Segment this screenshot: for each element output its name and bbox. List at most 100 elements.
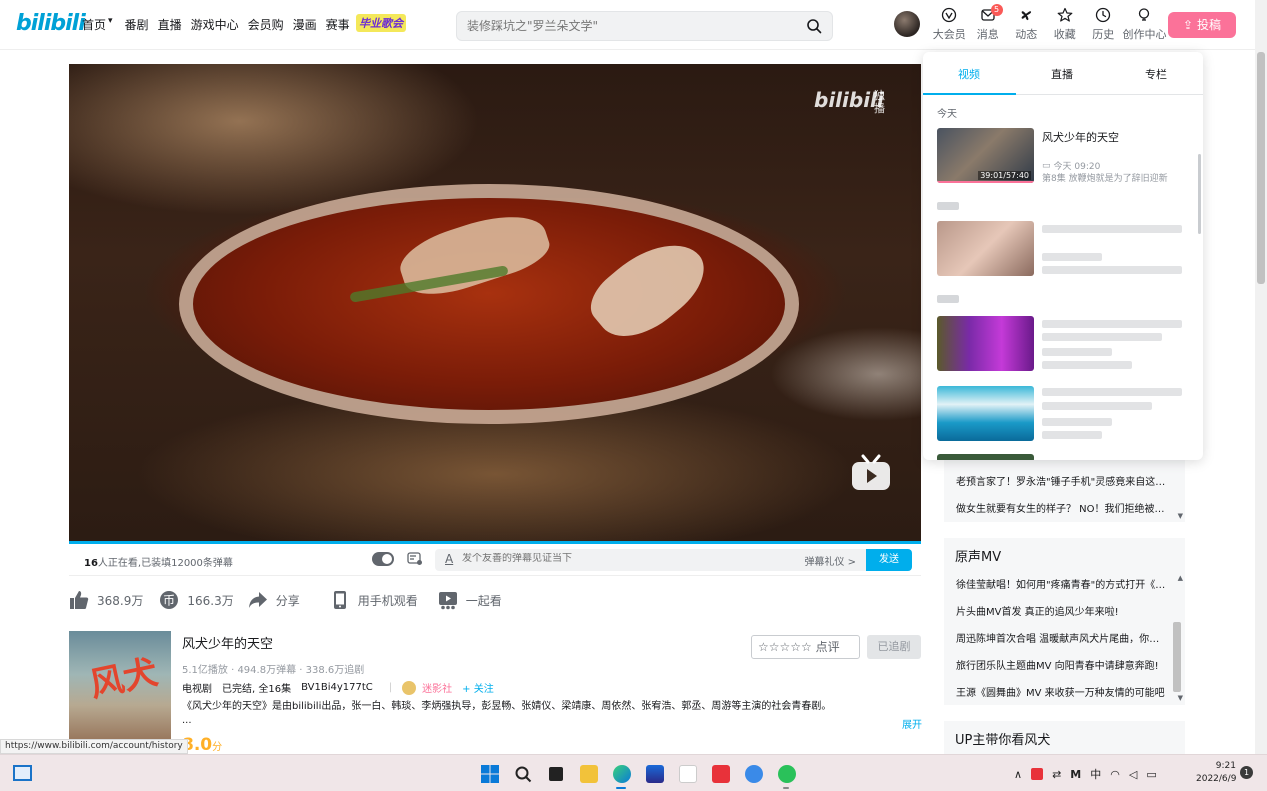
org-avatar[interactable] <box>402 680 417 695</box>
history-thumbnail[interactable]: 39:01/57:40 <box>937 128 1034 183</box>
bilibili-tv-icon[interactable] <box>850 454 892 492</box>
page-scrollbar-thumb[interactable] <box>1257 52 1265 284</box>
vip-label: 大会员 <box>932 28 966 41</box>
follow-button[interactable]: + 关注 <box>462 680 494 695</box>
nav-manga[interactable]: 漫画 <box>293 16 317 33</box>
graduation-concert-badge[interactable]: 毕业歌会 <box>356 14 406 32</box>
cloud-app-button[interactable] <box>737 762 770 786</box>
series-poster[interactable]: 风犬 <box>69 631 171 755</box>
upload-button[interactable]: ⇪ 投稿 <box>1168 12 1236 38</box>
history-icon <box>1096 7 1111 23</box>
history-thumbnail[interactable] <box>937 454 1034 460</box>
dynamic-button[interactable]: 动态 <box>1007 7 1046 42</box>
vip-button[interactable]: 大会员 <box>930 7 969 42</box>
nav-shop[interactable]: 会员购 <box>248 16 284 33</box>
mobile-watch-button[interactable]: 用手机观看 <box>330 590 418 610</box>
history-thumbnail[interactable] <box>937 386 1034 441</box>
search-icon[interactable] <box>806 18 822 34</box>
nav-live[interactable]: 直播 <box>158 16 182 33</box>
chevron-down-icon[interactable]: ▾ <box>108 16 113 33</box>
list-item[interactable]: 老预言家了！罗永浩"锤子手机"灵感竟来自这里？？ <box>956 473 1166 488</box>
list-item[interactable]: 徐佳莹献唱！如何用"疼痛青春"的方式打开《风犬少年的天空》 <box>956 576 1166 591</box>
start-button[interactable] <box>473 762 506 786</box>
running-indicator <box>783 787 789 789</box>
org-name[interactable]: 迷影社 <box>422 680 452 695</box>
taskbar-apps <box>473 762 803 789</box>
search-input[interactable] <box>467 19 797 33</box>
danmaku-settings-icon[interactable] <box>407 552 423 566</box>
taskbar-clock[interactable]: 9:21 2022/6/9 <box>1196 760 1236 786</box>
danmaku-input[interactable] <box>462 553 782 564</box>
wifi-icon[interactable]: ◠ <box>1110 768 1120 781</box>
tray-app-icon[interactable] <box>1031 768 1044 780</box>
history-thumbnail[interactable] <box>937 316 1034 371</box>
wechat-button[interactable] <box>770 762 803 789</box>
tab-video[interactable]: 视频 <box>958 66 980 82</box>
rate-button[interactable]: ☆☆☆☆☆ 点评 <box>751 635 860 659</box>
wechat-icon <box>777 765 796 783</box>
scroll-up-arrow[interactable]: ▲ <box>1178 574 1183 582</box>
task-view-button[interactable] <box>539 762 572 786</box>
taskbar-search[interactable] <box>506 762 539 786</box>
active-tab-indicator <box>923 93 1016 95</box>
meta-divider: | <box>388 682 393 693</box>
list-item[interactable]: 做女生就要有女生的样子？ NO！我们拒绝被定义！ <box>956 500 1166 515</box>
bilibili-logo[interactable]: bilibili <box>16 11 86 36</box>
history-section-blurred <box>937 202 959 210</box>
history-scrollbar[interactable] <box>1198 154 1201 234</box>
favorites-button[interactable]: 收藏 <box>1046 7 1085 42</box>
scroll-down-arrow[interactable]: ▼ <box>1178 512 1183 520</box>
list-item[interactable]: 王源《圆舞曲》MV 来收获一万种友情的可能吧 <box>956 684 1166 699</box>
file-explorer-button[interactable] <box>572 762 605 786</box>
creator-center-label: 创作中心 <box>1122 28 1167 41</box>
list-item[interactable]: 周迅陈坤首次合唱 温暖献声风犬片尾曲，你的旧时光 <box>956 630 1166 645</box>
app-m-button[interactable] <box>671 762 704 786</box>
expand-description-button[interactable]: 展开 <box>902 716 922 731</box>
mv-list-scrollbar[interactable] <box>1173 622 1181 692</box>
danmaku-toggle[interactable] <box>372 552 394 566</box>
clock-time: 9:21 <box>1215 761 1236 771</box>
video-player[interactable]: bilibili 独播 <box>69 64 921 541</box>
nav-game-center[interactable]: 游戏中心 <box>191 16 239 33</box>
danmaku-style-icon[interactable]: A <box>445 552 453 566</box>
store-button[interactable] <box>638 762 671 786</box>
notification-badge[interactable]: 1 <box>1240 766 1253 779</box>
nav-home[interactable]: 首页 <box>82 16 106 33</box>
list-item[interactable]: 片头曲MV首发 真正的追风少年来啦! <box>956 603 1166 618</box>
avatar[interactable] <box>894 11 920 37</box>
tab-column[interactable]: 专栏 <box>1145 66 1167 82</box>
tab-live[interactable]: 直播 <box>1051 66 1073 82</box>
history-button[interactable]: 历史 <box>1084 7 1123 42</box>
like-button[interactable]: 368.9万 <box>69 590 143 610</box>
search-icon <box>515 766 531 783</box>
creator-center-button[interactable]: 创作中心 <box>1122 7 1167 42</box>
nav-esports[interactable]: 赛事 <box>326 16 350 33</box>
followed-button[interactable]: 已追剧 <box>867 635 921 659</box>
scroll-down-arrow[interactable]: ▼ <box>1178 694 1183 702</box>
huawei-icon <box>711 765 730 783</box>
ime-indicator[interactable]: 中 <box>1090 766 1101 782</box>
edge-browser-button[interactable] <box>605 762 638 789</box>
battery-icon[interactable]: ▭ <box>1146 768 1156 781</box>
message-button[interactable]: 5 消息 <box>969 4 1008 42</box>
series-title[interactable]: 风犬少年的天空 <box>182 633 273 652</box>
windows-taskbar: ∧ ⇄ M 中 ◠ ◁ ▭ <box>0 754 1267 791</box>
widgets-icon[interactable] <box>13 765 32 781</box>
share-button[interactable]: 分享 <box>248 590 300 610</box>
history-item-title[interactable]: 风犬少年的天空 <box>1042 129 1119 145</box>
tray-network-drive-icon[interactable]: ⇄ <box>1052 768 1061 781</box>
volume-icon[interactable]: ◁ <box>1129 768 1137 781</box>
coin-button[interactable]: 币 166.3万 <box>159 590 234 610</box>
nav-anime[interactable]: 番剧 <box>125 16 149 33</box>
score-unit: 分 <box>212 742 223 753</box>
huawei-app-button[interactable] <box>704 762 737 786</box>
danmaku-etiquette-link[interactable]: 弹幕礼仪 > <box>804 553 856 568</box>
history-thumbnail[interactable] <box>937 221 1034 276</box>
watch-together-button[interactable]: 一起看 <box>438 590 502 610</box>
list-item[interactable]: 旅行团乐队主题曲MV 向阳青春中请肆意奔跑! <box>956 657 1166 672</box>
series-type[interactable]: 电视剧 <box>182 680 212 695</box>
danmaku-send-button[interactable]: 发送 <box>866 549 912 571</box>
chevron-up-icon[interactable]: ∧ <box>1014 768 1022 781</box>
status-bar-url: https://www.bilibili.com/account/history <box>0 739 188 754</box>
tray-app-m-icon[interactable]: M <box>1070 768 1081 781</box>
